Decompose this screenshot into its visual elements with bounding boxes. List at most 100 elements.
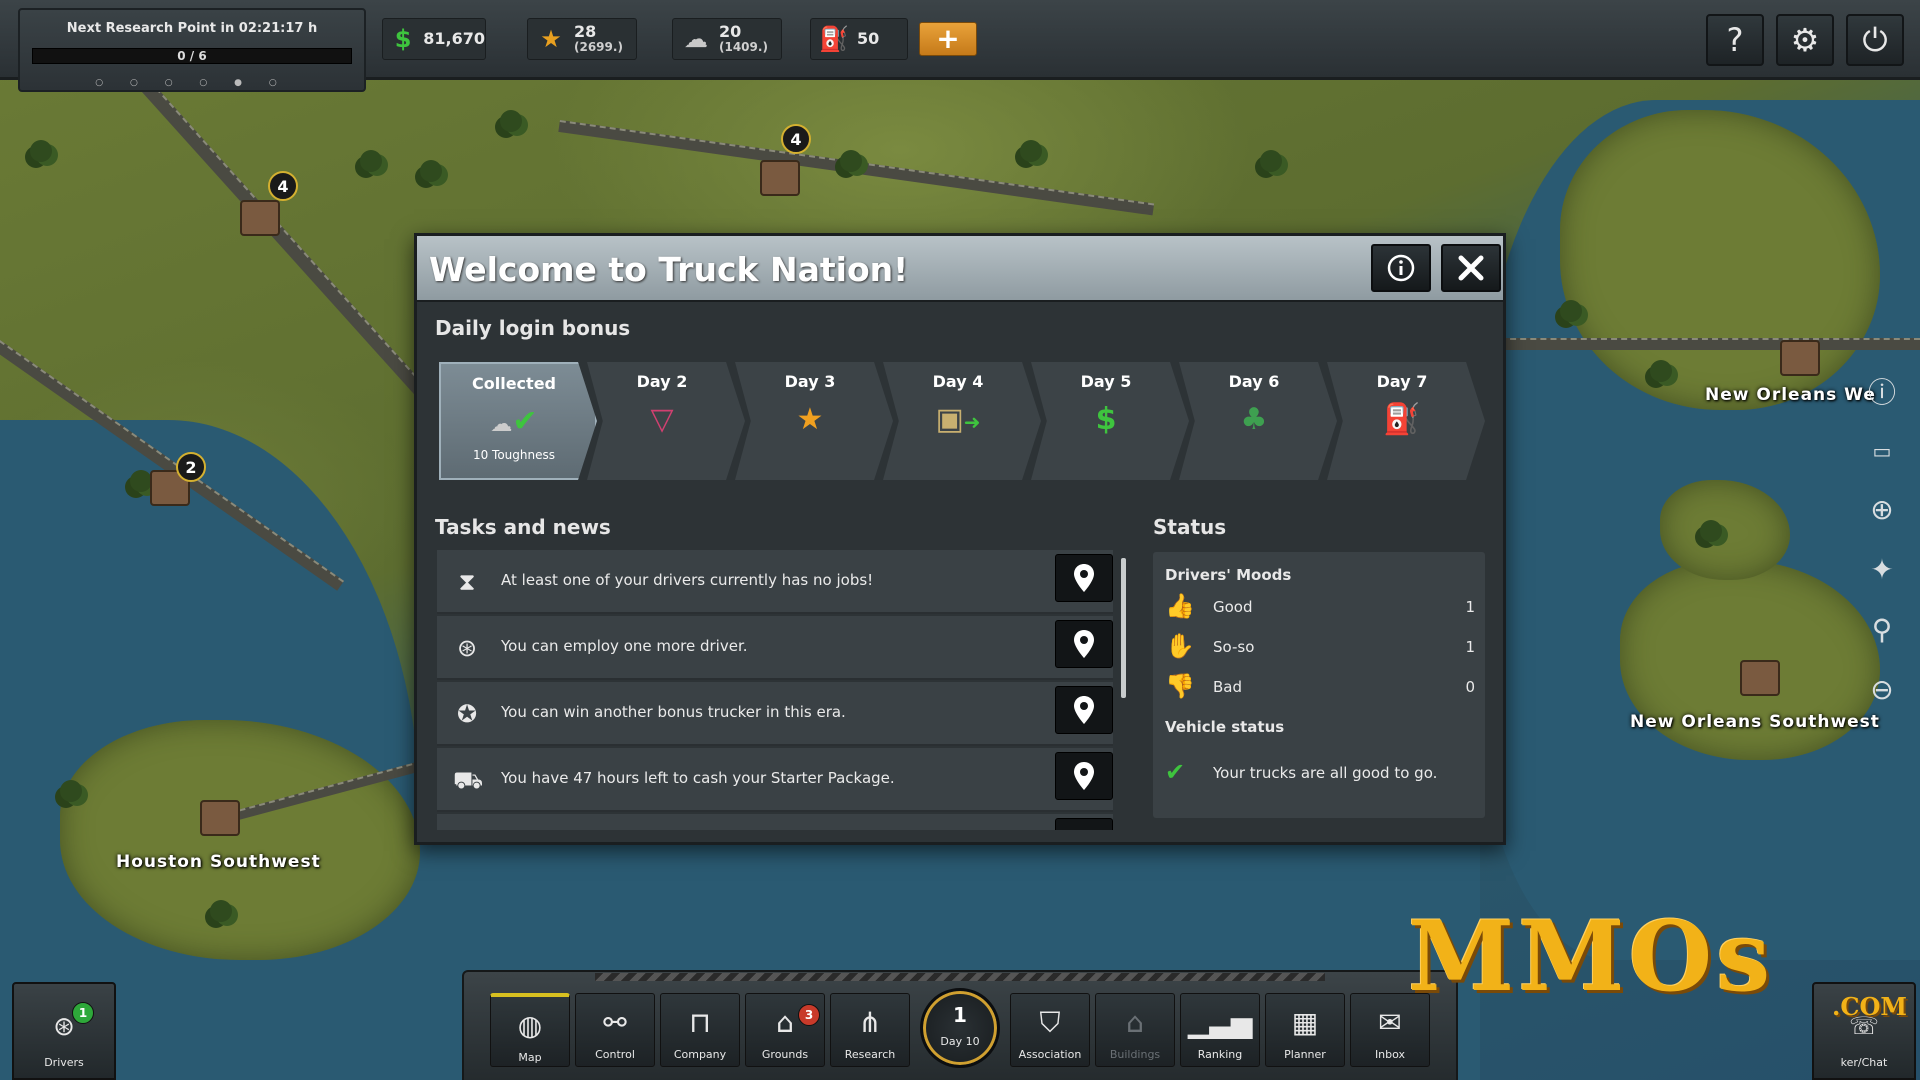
mood-label: So-so	[1213, 638, 1255, 656]
task-locate-button[interactable]	[1055, 620, 1113, 668]
day-1-reward[interactable]: Collected ☁✔ 10 Toughness	[439, 362, 597, 480]
tree	[360, 150, 382, 172]
tree	[130, 470, 152, 492]
toughness-total: (1409.)	[719, 40, 768, 54]
toughness-check-icon: ☁✔	[490, 404, 538, 439]
stars-counter[interactable]: ★ 28 (2699.)	[527, 18, 637, 60]
map-pin-icon	[1074, 564, 1094, 592]
location-info-button[interactable]: ⓘ	[1856, 368, 1908, 414]
map-pin-icon	[1074, 630, 1094, 658]
day-label: Day 7	[1376, 372, 1428, 391]
buy-resources-button[interactable]: +	[919, 22, 977, 56]
location-label[interactable]: New Orleans We	[1705, 385, 1876, 405]
locate-button[interactable]: ⚲	[1856, 606, 1908, 652]
nav-label: Research	[844, 1048, 896, 1061]
task-locate-button[interactable]	[1055, 554, 1113, 602]
tree	[1700, 520, 1722, 542]
nav-planner[interactable]: ▦ Planner	[1265, 993, 1345, 1067]
power-icon: ⏻	[1862, 20, 1888, 59]
toughness-value: 20	[719, 22, 742, 41]
toughness-counter[interactable]: ☁ 20 (1409.)	[672, 18, 782, 60]
day-label: Day 10	[940, 1035, 980, 1048]
location-label[interactable]: Houston Southwest	[116, 852, 321, 872]
day-3-reward[interactable]: Day 3 ★	[735, 362, 893, 480]
grounds-badge: 3	[798, 1004, 820, 1026]
dialog-title: Welcome to Truck Nation!	[429, 250, 909, 289]
moods-title: Drivers' Moods	[1165, 566, 1292, 584]
dialog-info-button[interactable]	[1371, 244, 1431, 292]
tree	[210, 900, 232, 922]
close-icon	[1458, 255, 1484, 281]
desk-icon: ⊓	[689, 1006, 711, 1039]
truck-icon: ▭	[1872, 439, 1892, 463]
task-item: ⛟ You have 47 hours left to cash your St…	[437, 748, 1113, 812]
day-label: Day 4	[932, 372, 984, 391]
compass-button[interactable]: ✦	[1856, 546, 1908, 592]
status-panel: Drivers' Moods 👍 Good 1 ✋ So-so 1 👎 Bad …	[1153, 552, 1485, 818]
day-label: Day 2	[636, 372, 688, 391]
day-clock[interactable]: 1 Day 10	[920, 988, 1000, 1068]
tree	[420, 160, 442, 182]
vehicle-status-title: Vehicle status	[1165, 718, 1285, 736]
toughness-icon: ☁	[684, 25, 708, 53]
nav-label: Buildings	[1109, 1048, 1161, 1061]
day-6-reward[interactable]: Day 6 ♣	[1179, 362, 1337, 480]
task-item	[437, 814, 1113, 830]
day-7-reward[interactable]: Day 7 ⛽	[1327, 362, 1485, 480]
dialog-close-button[interactable]	[1441, 244, 1501, 292]
tasks-title: Tasks and news	[435, 515, 611, 539]
help-button[interactable]: ?	[1706, 14, 1764, 66]
depot-building[interactable]	[1740, 660, 1780, 696]
nav-company[interactable]: ⊓ Company	[660, 993, 740, 1067]
nav-map[interactable]: ◍ Map	[490, 993, 570, 1067]
info-icon	[1387, 254, 1415, 282]
depot-building[interactable]	[200, 800, 240, 836]
nav-buildings[interactable]: ⌂ Buildings	[1095, 993, 1175, 1067]
task-locate-button[interactable]	[1055, 752, 1113, 800]
truck-view-button[interactable]: ▭	[1856, 428, 1908, 474]
nav-label: Grounds	[761, 1048, 809, 1061]
task-item: ⊛ You can employ one more driver.	[437, 616, 1113, 680]
city-building[interactable]	[760, 160, 800, 196]
mood-row-bad: 👎 Bad 0	[1165, 670, 1475, 706]
drivers-button[interactable]: ⊛ Drivers 1	[12, 982, 116, 1080]
mood-label: Good	[1213, 598, 1253, 616]
settings-button[interactable]: ⚙	[1776, 14, 1834, 66]
tasks-list[interactable]: ⧗ At least one of your drivers currently…	[437, 550, 1113, 830]
research-timer-panel[interactable]: Next Research Point in 02:21:17 h 0 / 6 …	[18, 8, 366, 92]
nav-label: Association	[1018, 1048, 1082, 1061]
day-4-reward[interactable]: Day 4 ▣➜	[883, 362, 1041, 480]
day-5-reward[interactable]: Day 5 $	[1031, 362, 1189, 480]
task-locate-button[interactable]	[1055, 818, 1113, 830]
fuel-counter[interactable]: ⛽ 50	[810, 18, 908, 60]
calculator-icon: ▦	[1291, 1006, 1319, 1039]
city-building[interactable]	[240, 200, 280, 236]
location-label[interactable]: New Orleans Southwest	[1630, 712, 1880, 732]
nav-association[interactable]: ⛉ Association	[1010, 993, 1090, 1067]
day-number: 1	[953, 1003, 967, 1027]
power-button[interactable]: ⏻	[1846, 14, 1904, 66]
nav-control[interactable]: ⚯ Control	[575, 993, 655, 1067]
day-2-reward[interactable]: Day 2 ▽	[587, 362, 745, 480]
clover-card-icon: ♣	[1240, 402, 1268, 437]
map-pin-icon: ⚲	[1871, 612, 1893, 646]
tree	[1650, 360, 1672, 382]
nav-research[interactable]: ⋔ Research	[830, 993, 910, 1067]
star-icon: ★	[796, 402, 824, 437]
zoom-in-button[interactable]: ⊕	[1856, 486, 1908, 532]
task-locate-button[interactable]	[1055, 686, 1113, 734]
day-label: Collected	[472, 374, 556, 393]
money-counter[interactable]: $ 81,670	[382, 18, 486, 60]
day-label: Day 3	[784, 372, 836, 391]
depot-building[interactable]	[1780, 340, 1820, 376]
gear-icon: ⚙	[1790, 21, 1820, 59]
zoom-out-button[interactable]: ⊖	[1856, 666, 1908, 712]
nav-ranking[interactable]: ▁▃▅ Ranking	[1180, 993, 1260, 1067]
nav-label: Company	[673, 1048, 727, 1061]
tasks-scrollbar[interactable]	[1121, 558, 1126, 698]
zoom-in-icon: ⊕	[1870, 492, 1894, 526]
tree	[500, 110, 522, 132]
tree	[60, 780, 82, 802]
day-reward-text: 10 Toughness	[472, 448, 556, 462]
nav-grounds[interactable]: ⌂ Grounds 3	[745, 993, 825, 1067]
